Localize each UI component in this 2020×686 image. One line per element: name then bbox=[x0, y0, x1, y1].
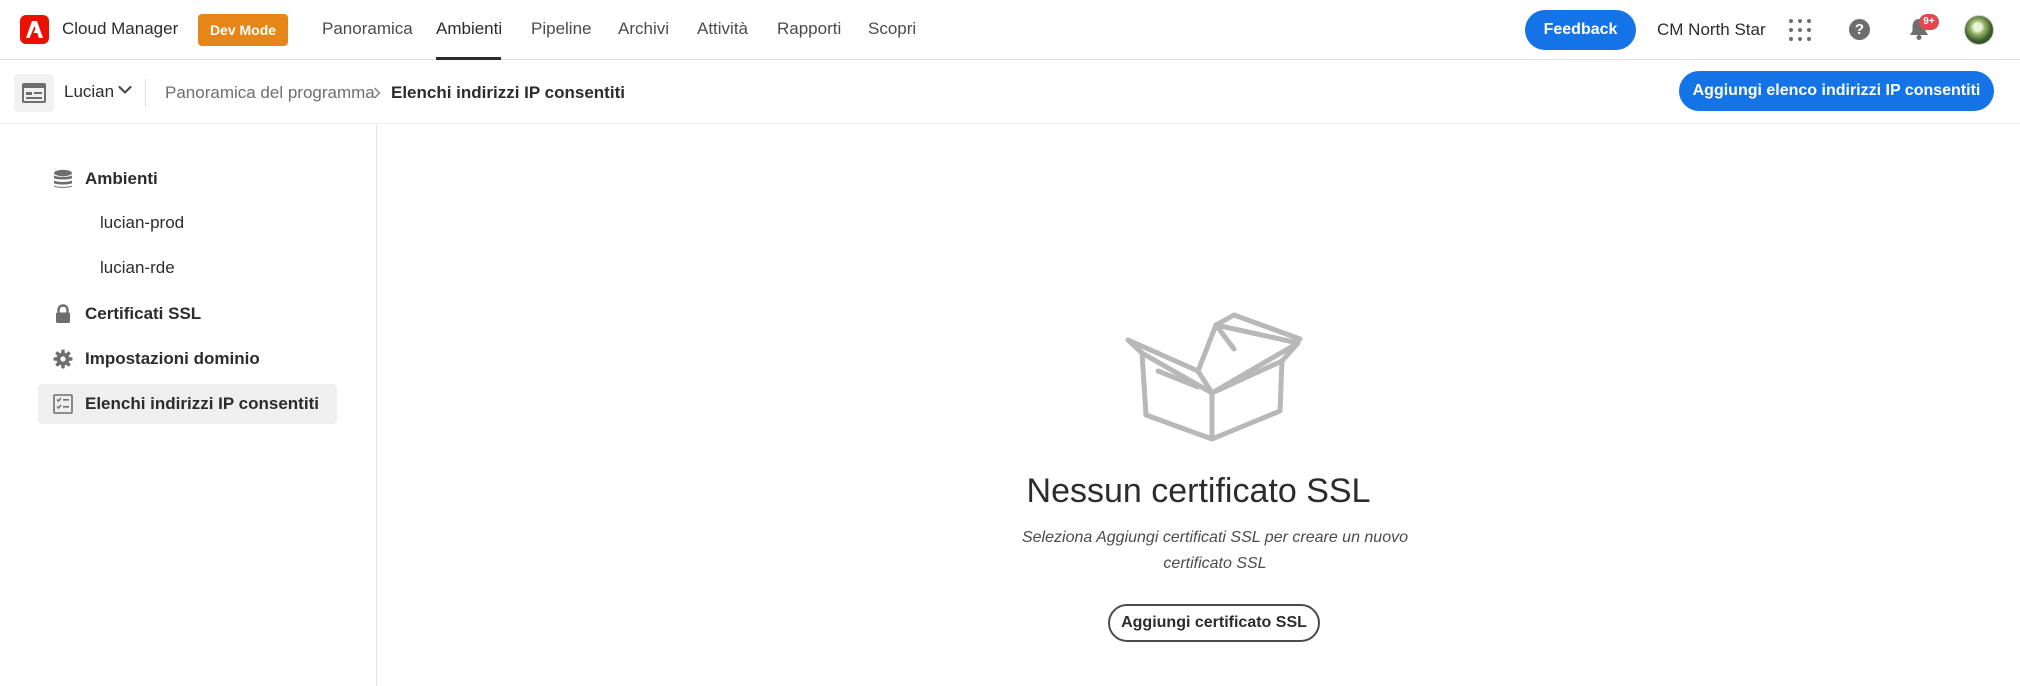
chevron-down-icon[interactable] bbox=[118, 85, 132, 95]
sidebar: Ambienti lucian-prod lucian-rde Certific… bbox=[0, 125, 377, 686]
active-nav-indicator bbox=[436, 57, 501, 60]
add-ip-allowlist-button[interactable]: Aggiungi elenco indirizzi IP consentiti bbox=[1679, 71, 1994, 111]
app-switcher-icon[interactable] bbox=[1789, 19, 1811, 41]
checklist-icon bbox=[53, 394, 73, 414]
nav-attivita[interactable]: Attività bbox=[697, 19, 748, 39]
empty-state-description: Seleziona Aggiungi certificati SSL per c… bbox=[1021, 529, 1408, 572]
sidebar-item-ip-allowlists[interactable]: Elenchi indirizzi IP consentiti bbox=[38, 384, 337, 424]
sidebar-subitem-lucian-prod[interactable]: lucian-prod bbox=[100, 213, 184, 233]
program-name[interactable]: Lucian bbox=[64, 82, 114, 102]
nav-pipeline[interactable]: Pipeline bbox=[531, 19, 592, 39]
nav-ambienti[interactable]: Ambienti bbox=[436, 19, 502, 39]
sidebar-item-label: Certificati SSL bbox=[85, 304, 202, 323]
top-navigation-bar: Cloud Manager Dev Mode Panoramica Ambien… bbox=[0, 0, 2020, 60]
nav-panoramica[interactable]: Panoramica bbox=[322, 19, 413, 39]
help-icon[interactable]: ? bbox=[1849, 19, 1870, 40]
sidebar-subitem-lucian-rde[interactable]: lucian-rde bbox=[100, 258, 175, 278]
empty-state-title: Nessun certificato SSL bbox=[1026, 472, 1371, 510]
nav-scopri[interactable]: Scopri bbox=[868, 19, 916, 39]
feedback-button[interactable]: Feedback bbox=[1525, 10, 1636, 50]
sidebar-item-ssl-certificates[interactable]: Certificati SSL bbox=[38, 294, 337, 334]
program-header: Lucian Panoramica del programma Elenchi … bbox=[0, 61, 2020, 124]
dev-mode-button[interactable]: Dev Mode bbox=[198, 14, 288, 46]
gear-icon bbox=[53, 349, 73, 369]
org-switcher[interactable]: CM North Star bbox=[1657, 20, 1766, 40]
app-title[interactable]: Cloud Manager bbox=[62, 19, 178, 39]
add-ssl-certificate-button[interactable]: Aggiungi certificato SSL bbox=[1108, 604, 1320, 642]
sidebar-item-domain-settings[interactable]: Impostazioni dominio bbox=[38, 339, 337, 379]
divider bbox=[145, 79, 146, 107]
sidebar-item-label: Ambienti bbox=[85, 169, 158, 188]
sidebar-item-label: Elenchi indirizzi IP consentiti bbox=[85, 394, 319, 413]
program-switcher-icon[interactable] bbox=[14, 74, 54, 112]
notification-badge: 9+ bbox=[1919, 14, 1939, 30]
nav-archivi[interactable]: Archivi bbox=[618, 19, 669, 39]
nav-rapporti[interactable]: Rapporti bbox=[777, 19, 841, 39]
adobe-logo-icon[interactable] bbox=[20, 15, 49, 44]
breadcrumb-program-overview[interactable]: Panoramica del programma bbox=[165, 83, 375, 103]
sidebar-item-environments[interactable]: Ambienti bbox=[38, 159, 337, 199]
database-icon bbox=[54, 169, 72, 188]
empty-box-icon bbox=[1125, 312, 1303, 442]
avatar[interactable] bbox=[1964, 15, 1994, 45]
chevron-right-icon bbox=[374, 87, 381, 99]
breadcrumb-current-page: Elenchi indirizzi IP consentiti bbox=[391, 83, 625, 102]
lock-icon bbox=[56, 304, 70, 323]
sidebar-item-label: Impostazioni dominio bbox=[85, 349, 260, 368]
